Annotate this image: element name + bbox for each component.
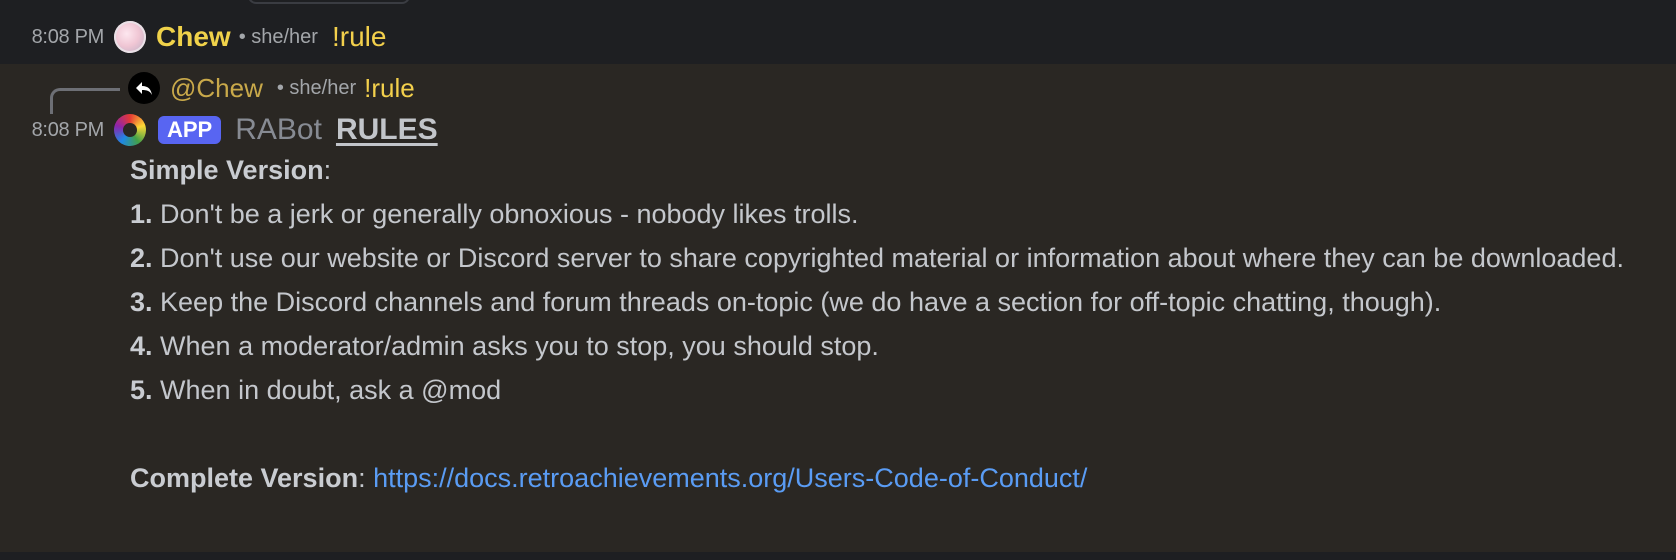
rule-number: 3.: [130, 287, 153, 317]
code-of-conduct-link[interactable]: https://docs.retroachievements.org/Users…: [373, 463, 1087, 493]
simple-version-line: Simple Version:: [130, 148, 1670, 192]
simple-version-label: Simple Version: [130, 155, 324, 185]
rule-number: 5.: [130, 375, 153, 405]
rule-text: Don't use our website or Discord server …: [152, 243, 1624, 273]
rule-item: 4. When a moderator/admin asks you to st…: [130, 324, 1670, 368]
rule-text: Keep the Discord channels and forum thre…: [152, 287, 1442, 317]
rule-item: 2. Don't use our website or Discord serv…: [130, 236, 1670, 280]
avatar[interactable]: [114, 21, 146, 53]
reply-icon: [128, 72, 160, 104]
app-badge: APP: [158, 116, 222, 144]
rule-number: 4.: [130, 331, 153, 361]
rule-number: 1.: [130, 199, 153, 229]
reply-preview[interactable]: @Chew • she/her !rule: [128, 70, 415, 106]
simple-version-colon: :: [323, 155, 332, 185]
top-tab-edge: [248, 0, 410, 4]
rule-item: 3. Keep the Discord channels and forum t…: [130, 280, 1670, 324]
complete-version-label: Complete Version: [130, 463, 359, 493]
bot-avatar[interactable]: [114, 114, 146, 146]
rules-heading: RULES: [335, 113, 438, 146]
rule-text: When a moderator/admin asks you to stop,…: [152, 331, 879, 361]
rule-item: 1. Don't be a jerk or generally obnoxiou…: [130, 192, 1670, 236]
rules-content: Simple Version: 1. Don't be a jerk or ge…: [130, 148, 1670, 500]
author-name[interactable]: Chew: [156, 21, 231, 53]
bot-header: 8:08 PM APP RABot RULES: [0, 108, 1676, 152]
reply-text[interactable]: !rule: [364, 73, 415, 104]
complete-version-colon: :: [358, 463, 374, 493]
rule-text: Don't be a jerk or generally obnoxious -…: [152, 199, 859, 229]
message-timestamp: 8:08 PM: [31, 25, 105, 48]
bottom-bar: [0, 552, 1676, 560]
rule-item: 5. When in doubt, ask a @mod: [130, 368, 1670, 412]
bot-author-name[interactable]: RABot: [235, 113, 322, 147]
reply-author-mention[interactable]: @Chew: [170, 73, 263, 104]
message-rabot[interactable]: @Chew • she/her !rule 8:08 PM APP RABot …: [0, 64, 1676, 552]
complete-version-line: Complete Version: https://docs.retroachi…: [130, 456, 1670, 500]
rule-text: When in doubt, ask a @mod: [152, 375, 502, 405]
reply-author-pronouns: • she/her: [276, 76, 357, 99]
author-pronouns: • she/her: [238, 25, 318, 48]
message-text: !rule: [331, 21, 387, 52]
message-chew[interactable]: 8:08 PM Chew • she/her !rule: [0, 12, 1676, 62]
rule-number: 2.: [130, 243, 153, 273]
message-timestamp: 8:08 PM: [31, 118, 105, 141]
